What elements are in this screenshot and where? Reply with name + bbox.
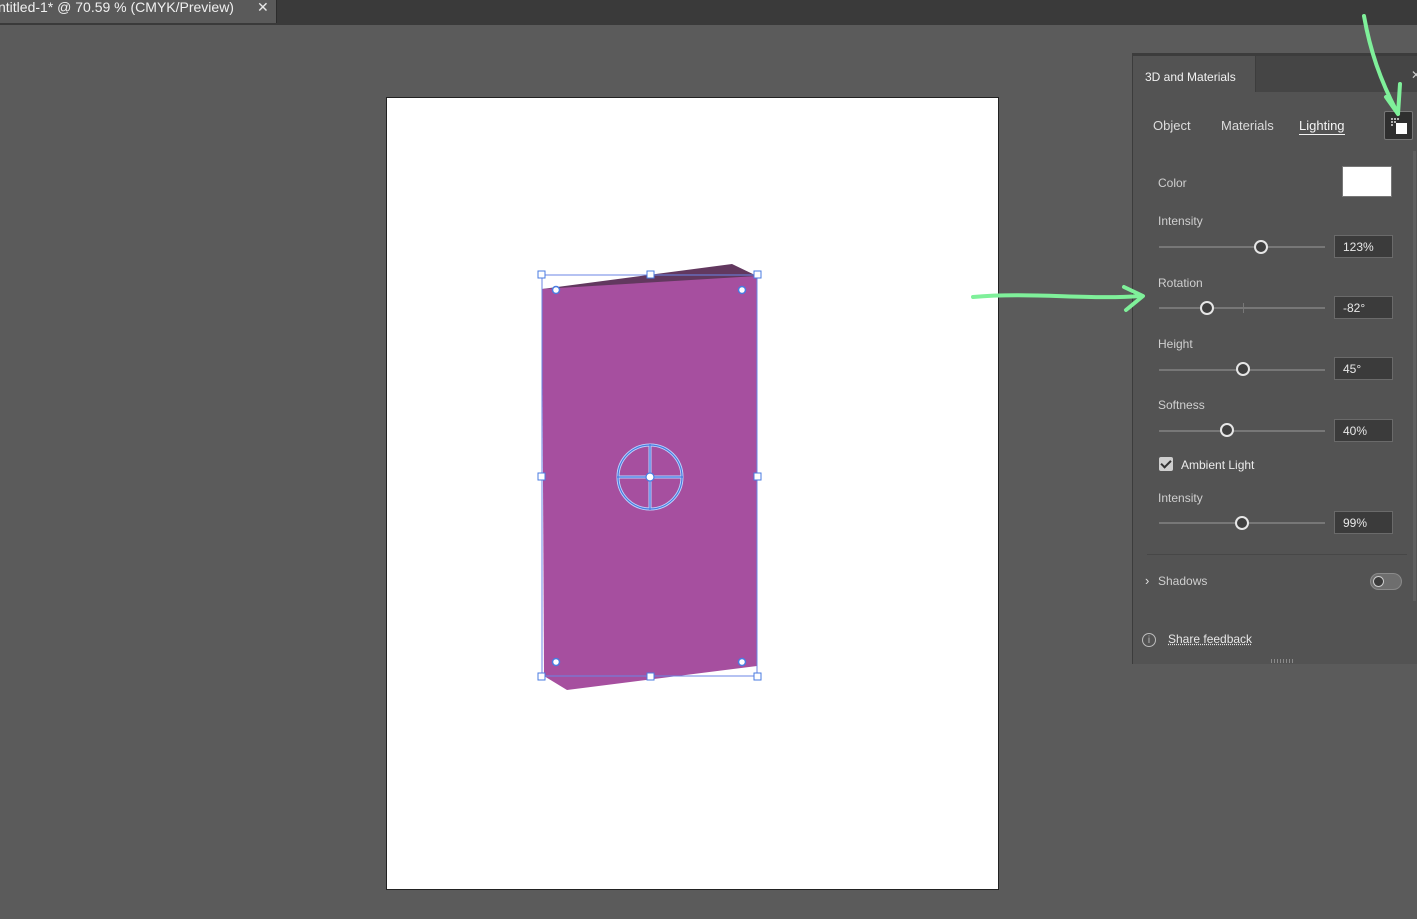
rotation-slider[interactable] (1159, 307, 1325, 309)
rotation-slider-thumb[interactable] (1200, 301, 1214, 315)
light-color-swatch[interactable] (1342, 166, 1392, 197)
canvas-artwork[interactable] (387, 98, 998, 889)
ambient-intensity-slider-thumb[interactable] (1235, 516, 1249, 530)
shadows-label[interactable]: Shadows (1158, 574, 1207, 588)
selection-handle[interactable] (754, 271, 761, 278)
corner-widget[interactable] (553, 659, 560, 666)
selection-handle[interactable] (647, 271, 654, 278)
ambient-light-label: Ambient Light (1181, 458, 1254, 472)
softness-input[interactable]: 40% (1334, 419, 1393, 442)
chevron-right-icon[interactable]: › (1145, 573, 1149, 588)
selection-handle[interactable] (538, 271, 545, 278)
intensity-label: Intensity (1158, 214, 1203, 228)
height-label: Height (1158, 337, 1193, 351)
panel-resize-grip[interactable] (1271, 659, 1295, 663)
light-presets-button[interactable] (1384, 111, 1413, 140)
softness-slider-thumb[interactable] (1220, 423, 1234, 437)
document-tab-bar: ntitled-1* @ 70.59 % (CMYK/Preview) ✕ (0, 0, 1417, 25)
corner-widget[interactable] (553, 287, 560, 294)
softness-slider[interactable] (1159, 430, 1325, 432)
intensity-slider-thumb[interactable] (1254, 240, 1268, 254)
panel-scrollbar[interactable] (1413, 151, 1416, 601)
rotation-center-tick (1243, 303, 1244, 313)
shadows-toggle[interactable] (1370, 573, 1402, 590)
close-icon[interactable]: ✕ (1411, 68, 1417, 82)
panel-header: 3D and Materials ✕ (1133, 56, 1417, 92)
selection-handle[interactable] (754, 473, 761, 480)
corner-widget[interactable] (739, 287, 746, 294)
tab-lighting[interactable]: Lighting (1299, 118, 1345, 135)
share-feedback-link[interactable]: Share feedback (1168, 632, 1252, 646)
color-label: Color (1158, 176, 1187, 190)
close-icon[interactable]: ✕ (257, 0, 269, 16)
light-presets-icon (1385, 112, 1412, 139)
ambient-light-checkbox[interactable] (1159, 457, 1173, 471)
3d-materials-panel: 3D and Materials ✕ Object Materials Ligh… (1132, 53, 1417, 664)
height-slider-thumb[interactable] (1236, 362, 1250, 376)
tab-object[interactable]: Object (1153, 118, 1191, 133)
rotation-label: Rotation (1158, 276, 1203, 290)
artboard[interactable] (386, 97, 999, 890)
corner-widget[interactable] (739, 659, 746, 666)
section-divider (1147, 554, 1407, 555)
ambient-intensity-label: Intensity (1158, 491, 1203, 505)
selection-handle[interactable] (754, 673, 761, 680)
panel-tab[interactable]: 3D and Materials (1133, 56, 1256, 92)
selection-handle[interactable] (538, 473, 545, 480)
ambient-intensity-input[interactable]: 99% (1334, 511, 1393, 534)
rotation-input[interactable]: -82° (1334, 296, 1393, 319)
document-tab-title: ntitled-1* @ 70.59 % (CMYK/Preview) (0, 0, 234, 15)
panel-title: 3D and Materials (1145, 70, 1236, 84)
info-icon: i (1142, 633, 1156, 647)
shadows-toggle-knob (1373, 576, 1384, 587)
softness-label: Softness (1158, 398, 1205, 412)
selection-handle[interactable] (538, 673, 545, 680)
selection-handle[interactable] (647, 673, 654, 680)
intensity-slider[interactable] (1159, 246, 1325, 248)
tab-materials[interactable]: Materials (1221, 118, 1274, 133)
intensity-input[interactable]: 123% (1334, 235, 1393, 258)
document-tab[interactable]: ntitled-1* @ 70.59 % (CMYK/Preview) ✕ (0, 0, 277, 23)
height-input[interactable]: 45° (1334, 357, 1393, 380)
